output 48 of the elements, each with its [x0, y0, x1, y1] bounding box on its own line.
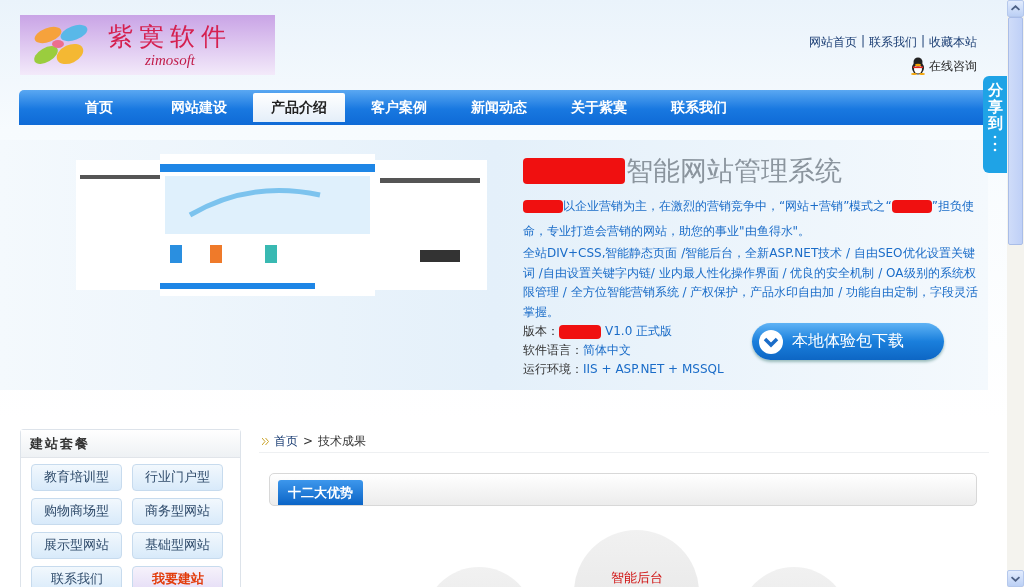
- section-tab[interactable]: 十二大优势: [278, 480, 363, 505]
- breadcrumb-current: 技术成果: [318, 432, 367, 450]
- panel-title: 建站套餐: [21, 430, 240, 458]
- spec-label: 运行环境：: [523, 362, 583, 376]
- top-link[interactable]: 收藏本站: [929, 34, 977, 51]
- package-button[interactable]: 我要建站: [132, 566, 223, 587]
- spec-value: V1.0 正式版: [605, 324, 673, 338]
- spec-value: 简体中文: [583, 343, 631, 357]
- redaction-block: [559, 324, 601, 339]
- online-consult-link[interactable]: 在线咨询: [929, 57, 977, 75]
- top-link[interactable]: 网站首页: [808, 34, 857, 51]
- spec-label: 版本：: [523, 324, 559, 338]
- dots-icon: [993, 133, 997, 152]
- features-text: 全站DIV+CSS,智能静态页面 /智能后台，全新ASP.NET技术 / 自由SEO优化设置关键词 /自由设置关键字内链/ 业内最人性化操作界面 / 优良的安全机制 / OA级别的系统权限管理 / 全方位智能营销系统 / 产权保护，产品水印自由加 / 功能自由定制，字段灵活掌握。: [523, 245, 978, 321]
- spec-label: 软件语言：: [523, 343, 583, 357]
- breadcrumb-link[interactable]: 首页: [274, 432, 298, 450]
- package-button[interactable]: 联系我们: [31, 566, 122, 587]
- nav-tab[interactable]: 关于紫寞: [553, 93, 645, 122]
- breadcrumb-separator: >: [303, 434, 314, 448]
- top-link[interactable]: 联系我们: [868, 34, 917, 51]
- package-button[interactable]: 购物商场型: [31, 498, 122, 525]
- feature-circle[interactable]: 智能后台: [574, 530, 699, 587]
- package-button[interactable]: 教育培训型: [31, 464, 122, 491]
- scroll-down-icon[interactable]: [1007, 570, 1024, 587]
- package-button[interactable]: 展示型网站: [31, 532, 122, 559]
- package-button[interactable]: 基础型网站: [132, 532, 223, 559]
- nav-tab[interactable]: 新闻动态: [453, 93, 545, 122]
- spec-value: IIS + ASP.NET + MSSQL: [583, 362, 724, 376]
- nav-tab[interactable]: 网站建设: [153, 93, 245, 122]
- nav-tab[interactable]: 首页: [53, 93, 145, 122]
- separator-text: |: [860, 34, 865, 50]
- product-title: 智能网站管理系统: [626, 154, 842, 188]
- intro-text: 以企业营销为主，在激烈的营销竞争中，“网站+营销”模式之“ ”担负使命，专业打造会营销的网站，助您的事业"由鱼得水"。: [523, 198, 975, 240]
- logo-subtitle: zimosoft: [145, 52, 195, 68]
- logo[interactable]: 紫寞软件 zimosoft: [20, 15, 275, 75]
- double-chevron-icon: [262, 437, 269, 445]
- separator-text: |: [920, 34, 925, 50]
- scrollbar-thumb[interactable]: [1008, 17, 1023, 245]
- package-button[interactable]: 商务型网站: [132, 498, 223, 525]
- nav-tab[interactable]: 客户案例: [353, 93, 445, 122]
- download-button[interactable]: 本地体验包下载: [751, 323, 944, 360]
- logo-title: 紫寞软件: [108, 22, 232, 52]
- penguin-icon: [910, 57, 926, 75]
- nav-tab[interactable]: 联系我们: [653, 93, 745, 122]
- nav-tab[interactable]: 产品介绍: [253, 93, 345, 122]
- package-button[interactable]: 行业门户型: [132, 464, 223, 491]
- chevron-down-icon: [757, 328, 784, 355]
- scroll-up-icon[interactable]: [1007, 0, 1024, 17]
